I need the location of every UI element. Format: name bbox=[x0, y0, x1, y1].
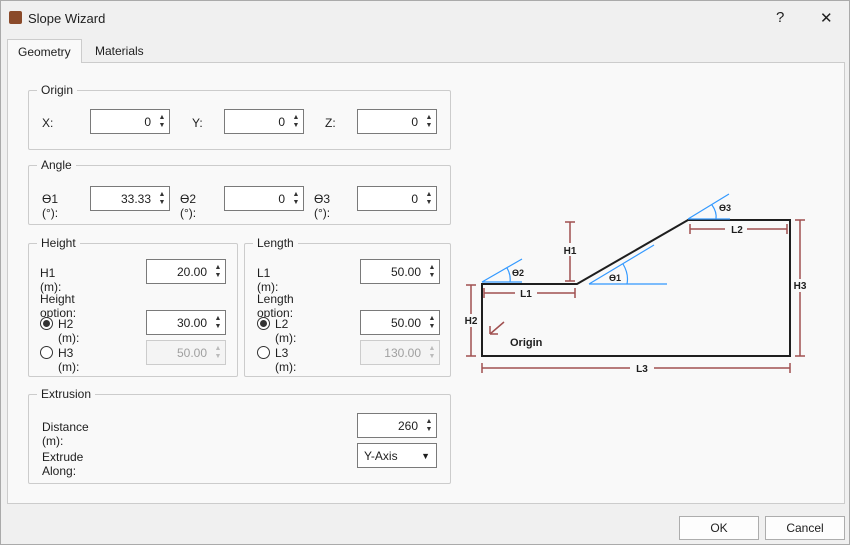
theta3-value: 0 bbox=[411, 191, 418, 206]
tab-materials[interactable]: Materials bbox=[85, 39, 154, 63]
theta3-label: ϴ3 (°): bbox=[314, 192, 331, 220]
close-button[interactable]: ✕ bbox=[820, 9, 833, 27]
l2-radio[interactable] bbox=[257, 317, 270, 330]
spin-arrows-icon[interactable]: ▲ ▼ bbox=[289, 114, 303, 130]
z-label: Z: bbox=[325, 116, 336, 130]
l3-label: L3 (m): bbox=[275, 346, 297, 374]
l1-value: 50.00 bbox=[390, 264, 421, 279]
cancel-button[interactable]: Cancel bbox=[765, 516, 845, 540]
y-label: Y: bbox=[192, 116, 203, 130]
origin-label: Origin bbox=[510, 337, 543, 349]
chevron-down-icon: ▼ bbox=[421, 450, 430, 461]
h2-value: 30.00 bbox=[176, 315, 207, 330]
y-value: 0 bbox=[278, 114, 285, 129]
theta1-label: ϴ1 (°): bbox=[42, 192, 59, 220]
h2-dim-label: H2 bbox=[465, 316, 478, 327]
l1-label: L1 (m): bbox=[257, 266, 279, 294]
spin-arrows-icon[interactable]: ▲ ▼ bbox=[425, 315, 439, 331]
x-label: X: bbox=[42, 116, 54, 130]
length-group-title: Length bbox=[253, 236, 298, 250]
l3-radio[interactable] bbox=[257, 346, 270, 359]
h2-radio[interactable] bbox=[40, 317, 53, 330]
h3-radio[interactable] bbox=[40, 346, 53, 359]
slope-diagram: H1 L1 H2 L2 H3 L3 ϴ2 ϴ1 ϴ3 Origin bbox=[462, 193, 809, 375]
theta1-spinner[interactable]: 33.33 ▲ ▼ bbox=[90, 186, 170, 211]
theta3-dim-label: ϴ3 bbox=[719, 203, 731, 213]
h1-spinner[interactable]: 20.00 ▲ ▼ bbox=[146, 259, 226, 284]
extrude-along-label: Extrude Along: bbox=[42, 450, 84, 478]
h2-spinner[interactable]: 30.00 ▲ ▼ bbox=[146, 310, 226, 335]
x-spinner[interactable]: 0 ▲ ▼ bbox=[90, 109, 170, 134]
extrusion-group-title: Extrusion bbox=[37, 387, 96, 401]
h3-spinner: 50.00 ▲ ▼ bbox=[146, 340, 226, 365]
z-spinner[interactable]: 0 ▲ ▼ bbox=[357, 109, 437, 134]
y-spinner[interactable]: 0 ▲ ▼ bbox=[224, 109, 304, 134]
length-option-label: Length option: bbox=[257, 292, 294, 320]
theta1-dim-label: ϴ1 bbox=[609, 273, 621, 283]
spin-arrows-icon[interactable]: ▲ ▼ bbox=[422, 191, 436, 207]
h1-label: H1 (m): bbox=[40, 266, 62, 294]
l3-spinner: 130.00 ▲ ▼ bbox=[360, 340, 440, 365]
theta1-value: 33.33 bbox=[120, 191, 151, 206]
extrude-along-select[interactable]: Y-Axis ▼ bbox=[357, 443, 437, 468]
slope-wizard-dialog: Slope Wizard ? ✕ Geometry Materials Orig… bbox=[0, 0, 850, 545]
height-group-title: Height bbox=[37, 236, 80, 250]
l2-spinner[interactable]: 50.00 ▲ ▼ bbox=[360, 310, 440, 335]
ok-button[interactable]: OK bbox=[679, 516, 759, 540]
spin-arrows-icon[interactable]: ▲ ▼ bbox=[211, 264, 225, 280]
l1-spinner[interactable]: 50.00 ▲ ▼ bbox=[360, 259, 440, 284]
theta2-label: ϴ2 (°): bbox=[180, 192, 197, 220]
h1-dim-label: H1 bbox=[564, 246, 577, 257]
tab-geometry[interactable]: Geometry bbox=[7, 39, 82, 63]
distance-value: 260 bbox=[397, 418, 418, 433]
h3-value: 50.00 bbox=[176, 345, 207, 360]
window-title: Slope Wizard bbox=[28, 11, 106, 26]
h1-value: 20.00 bbox=[176, 264, 207, 279]
h3-dim-label: H3 bbox=[794, 281, 807, 292]
extrusion-group: Extrusion bbox=[28, 387, 451, 484]
h3-label: H3 (m): bbox=[58, 346, 80, 374]
z-value: 0 bbox=[411, 114, 418, 129]
l3-dim-label: L3 bbox=[636, 364, 648, 375]
x-value: 0 bbox=[144, 114, 151, 129]
theta2-spinner[interactable]: 0 ▲ ▼ bbox=[224, 186, 304, 211]
spin-arrows-icon: ▲ ▼ bbox=[214, 344, 222, 360]
theta2-value: 0 bbox=[278, 191, 285, 206]
h2-label: H2 (m): bbox=[58, 317, 80, 345]
l2-value: 50.00 bbox=[390, 315, 421, 330]
theta3-spinner[interactable]: 0 ▲ ▼ bbox=[357, 186, 437, 211]
theta2-dim-label: ϴ2 bbox=[512, 268, 524, 278]
l2-dim-label: L2 bbox=[731, 225, 743, 236]
origin-group-title: Origin bbox=[37, 83, 78, 97]
angle-group-title: Angle bbox=[37, 158, 76, 172]
distance-label: Distance (m): bbox=[42, 420, 89, 448]
spin-arrows-icon[interactable]: ▲ ▼ bbox=[422, 418, 436, 434]
app-icon bbox=[9, 11, 22, 24]
extrude-along-value: Y-Axis bbox=[364, 448, 398, 463]
help-button[interactable]: ? bbox=[776, 9, 784, 26]
spin-arrows-icon[interactable]: ▲ ▼ bbox=[422, 114, 436, 130]
spin-arrows-icon[interactable]: ▲ ▼ bbox=[155, 114, 169, 130]
distance-spinner[interactable]: 260 ▲ ▼ bbox=[357, 413, 437, 438]
spin-arrows-icon[interactable]: ▲ ▼ bbox=[155, 191, 169, 207]
l2-label: L2 (m): bbox=[275, 317, 297, 345]
l1-dim-label: L1 bbox=[520, 289, 532, 300]
l3-value: 130.00 bbox=[384, 345, 421, 360]
geometry-panel: Origin X: 0 ▲ ▼ Y: 0 ▲ ▼ Z: 0 ▲ ▼ Angle ϴ1 (°)… bbox=[7, 62, 845, 504]
spin-arrows-icon[interactable]: ▲ ▼ bbox=[211, 315, 225, 331]
spin-arrows-icon[interactable]: ▲ ▼ bbox=[289, 191, 303, 207]
spin-arrows-icon: ▲ ▼ bbox=[428, 344, 436, 360]
height-option-label: Height option: bbox=[40, 292, 77, 320]
spin-arrows-icon[interactable]: ▲ ▼ bbox=[425, 264, 439, 280]
